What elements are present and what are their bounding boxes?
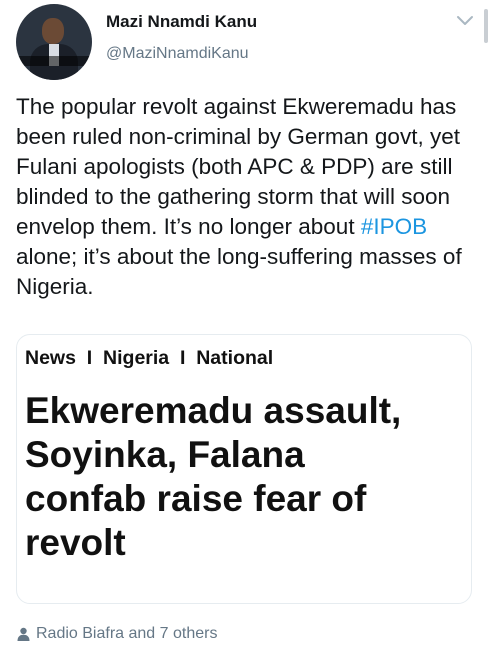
- headline-line: Ekweremadu assault,: [25, 390, 402, 431]
- tweet-text: The popular revolt against Ekweremadu ha…: [16, 92, 476, 302]
- link-preview-card[interactable]: News I Nigeria I National Ekweremadu ass…: [16, 334, 472, 604]
- tagged-users[interactable]: Radio Biafra and 7 others: [17, 625, 217, 643]
- author-handle[interactable]: @MaziNnamdiKanu: [106, 45, 249, 63]
- author-display-name[interactable]: Mazi Nnamdi Kanu: [106, 12, 257, 32]
- scrollbar-thumb[interactable]: [484, 9, 488, 43]
- headline-line: revolt: [25, 522, 126, 563]
- avatar-caption-strip: [16, 56, 92, 66]
- headline-line: Soyinka, Falana: [25, 434, 305, 475]
- tweet-text-after: alone; it’s about the long-suffering mas…: [16, 244, 462, 299]
- hashtag-link[interactable]: #IPOB: [361, 214, 427, 239]
- tagged-users-label: Radio Biafra and 7 others: [36, 625, 218, 642]
- headline-line: confab raise fear of: [25, 478, 367, 519]
- avatar-figure-head: [42, 18, 64, 44]
- card-headline: Ekweremadu assault, Soyinka, Falana conf…: [25, 389, 465, 565]
- avatar[interactable]: [16, 4, 92, 80]
- card-breadcrumb: News I Nigeria I National: [25, 347, 274, 369]
- chevron-down-icon[interactable]: [456, 14, 474, 28]
- person-icon: [17, 627, 30, 641]
